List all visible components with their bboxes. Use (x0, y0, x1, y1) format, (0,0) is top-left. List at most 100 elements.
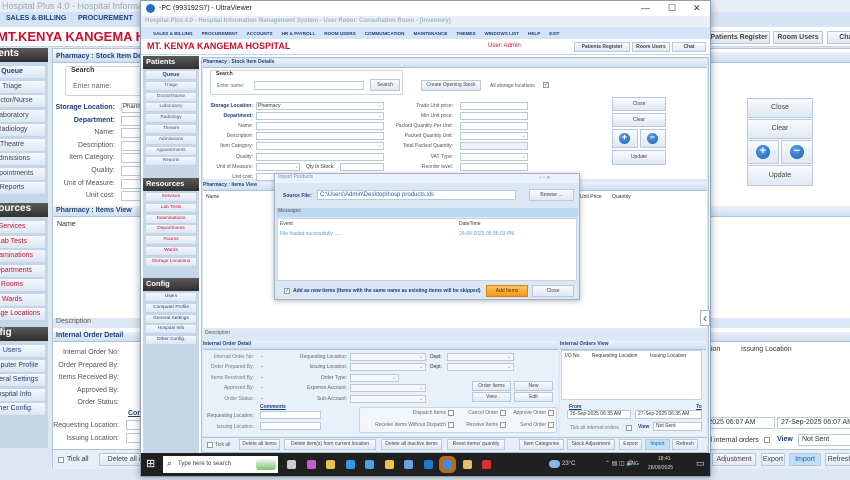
add-items-button[interactable]: Add Items (486, 285, 528, 297)
bg-sidebar-item-storage-locations[interactable]: Storage Locations (0, 307, 46, 321)
sidebar-item-admissions[interactable]: Admissions (145, 134, 197, 145)
field-packed-quantity-per-unit[interactable] (460, 122, 528, 131)
sidebar-item-triage[interactable]: Triage (145, 80, 197, 91)
bg-export-button[interactable]: Export (761, 453, 785, 466)
sidebar-item-lab-tests[interactable]: Lab Tests (145, 202, 197, 213)
bg-update-button[interactable]: Update (747, 165, 813, 186)
edit-button[interactable]: Edit (514, 392, 553, 402)
sidebar-item-other-config[interactable]: Other Config. (145, 335, 197, 346)
iod-select-expense-account[interactable]: ⌄ (350, 384, 426, 393)
add-as-new-checkbox[interactable]: ✓ (284, 288, 290, 294)
bg-menu-sales[interactable]: SALES & BILLING (6, 15, 66, 22)
view-select[interactable]: Not Sent (653, 422, 702, 431)
outlook-icon[interactable] (423, 460, 433, 469)
bg-room-users-button[interactable]: Room Users (773, 31, 823, 44)
close-window-button[interactable]: ✕ (693, 3, 701, 14)
bg-view-select[interactable]: Not Sent (798, 434, 850, 446)
bg-menu-procurement[interactable]: PROCUREMENT (78, 15, 133, 22)
approve-order-checkbox[interactable] (548, 410, 554, 416)
bg-from-date[interactable]: -2025 06:07 AM (703, 417, 775, 429)
from-date-picker[interactable]: 26-Sep-2025 06:35 AM (567, 410, 631, 419)
menu-procurement[interactable]: PROCUREMENT (202, 31, 238, 36)
menu-hr-payroll[interactable]: HR & PAYROLL (282, 31, 316, 36)
field-name[interactable] (256, 122, 384, 131)
sidebar-item-radiology[interactable]: Radiology (145, 113, 197, 124)
app-icon[interactable] (365, 460, 374, 469)
iod-iss-loc-input[interactable] (260, 422, 321, 430)
sidebar-item-storage-locations[interactable]: Storage Locations (145, 256, 197, 267)
search-input[interactable] (254, 81, 364, 90)
tick-internal-orders-checkbox[interactable] (626, 425, 632, 431)
bg-sidebar-item-general-settings[interactable]: General Settings (0, 373, 46, 387)
menu-help[interactable]: HELP (528, 31, 540, 36)
unit-of-measure-select[interactable]: ⌄ (256, 162, 300, 171)
bg-sidebar-item-services[interactable]: Services (0, 220, 46, 234)
bg-sidebar-item-departments[interactable]: Departments (0, 263, 46, 278)
import-button[interactable]: Import (645, 439, 670, 450)
sidebar-item-queue[interactable]: Queue (145, 70, 197, 80)
maximize-button[interactable]: ☐ (668, 3, 676, 14)
ultraviewer-taskbar-icon[interactable] (443, 460, 452, 469)
bg-sidebar-item-reports[interactable]: Reports (0, 181, 46, 195)
room-users-button[interactable]: Room Users (632, 42, 670, 52)
collapse-panel-tab[interactable]: ‹ (700, 310, 710, 326)
bg-sidebar-item-theatre[interactable]: Theatre (0, 137, 46, 152)
bg-tick-internal-checkbox[interactable] (764, 437, 770, 443)
order-items-button[interactable]: Order Items (472, 381, 511, 391)
item-categories-button[interactable]: Item Categories (519, 439, 564, 450)
bg-sidebar-item-examinations[interactable]: Examinations (0, 249, 46, 263)
field-trade-unit-price[interactable] (460, 102, 528, 110)
app-icon-3[interactable] (462, 460, 472, 469)
start-windows-icon[interactable]: ⊞ (146, 457, 155, 470)
field-min-unit-price[interactable] (460, 112, 528, 121)
bg-sidebar-item-admissions[interactable]: Admissions (0, 152, 46, 166)
send-order-checkbox[interactable] (548, 422, 554, 428)
minimize-button[interactable]: — (641, 3, 650, 13)
bg-sidebar-item-laboratory[interactable]: Laboratory (0, 108, 46, 123)
bg-patients-register-button[interactable]: Patients Register (708, 31, 770, 44)
sidebar-item-departments[interactable]: Departments (145, 224, 197, 235)
bg-sidebar-item-users[interactable]: Users (0, 344, 46, 358)
sidebar-item-laboratory[interactable]: Laboratory (145, 102, 197, 113)
sidebar-item-wards[interactable]: Wards (145, 246, 197, 256)
tick-all-checkbox[interactable] (207, 442, 213, 448)
stock-adjustment-button[interactable]: Stock Adjustment (567, 439, 615, 450)
close-button[interactable]: Close (612, 97, 666, 111)
dept-select[interactable]: ⌄ (447, 363, 514, 372)
delete-all-inactive-items-button[interactable]: Delete all inactive items (381, 439, 442, 450)
bg-sidebar-item-queue[interactable]: Queue (0, 65, 46, 79)
update-button[interactable]: Update (612, 150, 666, 165)
menu-windows-list[interactable]: WINDOWS LIST (485, 31, 519, 36)
refresh-button[interactable]: Refresh (672, 439, 698, 450)
dept-select[interactable]: ⌄ (447, 353, 514, 361)
view-button[interactable]: View (472, 392, 511, 402)
delete-all-items-button[interactable]: Delete all items (239, 439, 280, 450)
sidebar-item-examinations[interactable]: Examinations (145, 213, 197, 224)
menu-sales-billing[interactable]: SALES & BILLING (153, 31, 193, 36)
sidebar-item-computer-profile[interactable]: Computer Profile (145, 302, 197, 313)
alert-app-icon[interactable] (482, 460, 491, 469)
field-reorder-level[interactable] (460, 162, 528, 171)
search-button[interactable]: Search (370, 79, 400, 91)
iod-req-loc-input[interactable] (260, 411, 321, 419)
bg-sidebar-item-appointments[interactable]: Appointments (0, 166, 46, 181)
field-quality[interactable] (256, 152, 384, 161)
field-packed-quantity-unit[interactable]: ⌄ (460, 132, 528, 141)
copilot-icon[interactable] (306, 460, 316, 469)
patients-register-button[interactable]: Patients Register (574, 42, 630, 52)
field-vat-type[interactable]: ⌄ (460, 152, 528, 161)
menu-room-users[interactable]: ROOM USERS (324, 31, 355, 36)
sidebar-item-theatre[interactable]: Theatre (145, 124, 197, 134)
file-explorer-icon[interactable] (384, 460, 394, 469)
source-file-input[interactable]: C:\Users\Admin\Desktop\hosp products.xls (317, 190, 516, 200)
bg-refresh-button[interactable]: Refresh (825, 453, 850, 466)
chat-button[interactable]: Chat (672, 42, 706, 52)
to-date-picker[interactable]: 27-Sep-2025 06:35 AM (635, 410, 702, 419)
bg-sidebar-item-doctor-nurse[interactable]: Doctor/Nurse (0, 94, 46, 108)
delete-item-s-from-current-location-button[interactable]: Delete item(s) from current location (284, 439, 376, 450)
clear-button[interactable]: Clear (612, 113, 666, 127)
all-storage-locations-checkbox[interactable]: ✓ (543, 82, 549, 88)
field-description[interactable] (256, 132, 384, 141)
bg-sidebar-item-rooms[interactable]: Rooms (0, 278, 46, 292)
bg-sidebar-item-lab-tests[interactable]: Lab Tests (0, 234, 46, 249)
